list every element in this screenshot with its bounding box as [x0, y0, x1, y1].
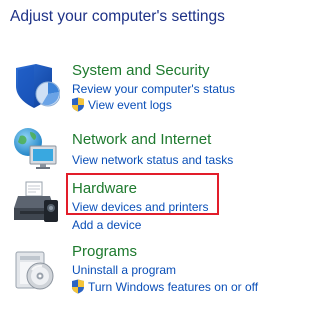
link-add-device[interactable]: Add a device — [72, 218, 141, 232]
category-title-system-security[interactable]: System and Security — [72, 62, 210, 79]
link-review-status[interactable]: Review your computer's status — [72, 82, 235, 96]
programs-disc-icon[interactable] — [12, 246, 60, 294]
category-title-programs[interactable]: Programs — [72, 243, 137, 260]
link-label: View event logs — [88, 97, 172, 112]
shield-security-icon[interactable] — [12, 62, 60, 110]
link-turn-windows-features[interactable]: Turn Windows features on or off — [71, 279, 258, 294]
network-globe-icon[interactable] — [12, 124, 60, 172]
category-title-network-internet[interactable]: Network and Internet — [72, 131, 211, 148]
link-view-event-logs[interactable]: View event logs — [71, 97, 172, 112]
link-view-network-status[interactable]: View network status and tasks — [72, 153, 233, 167]
page-title: Adjust your computer's settings — [10, 8, 225, 25]
printer-icon[interactable] — [12, 178, 60, 226]
highlight-box — [66, 173, 219, 215]
link-label: Turn Windows features on or off — [88, 279, 259, 294]
uac-shield-icon — [71, 97, 85, 112]
uac-shield-icon — [71, 279, 85, 294]
link-uninstall-program[interactable]: Uninstall a program — [72, 263, 176, 277]
